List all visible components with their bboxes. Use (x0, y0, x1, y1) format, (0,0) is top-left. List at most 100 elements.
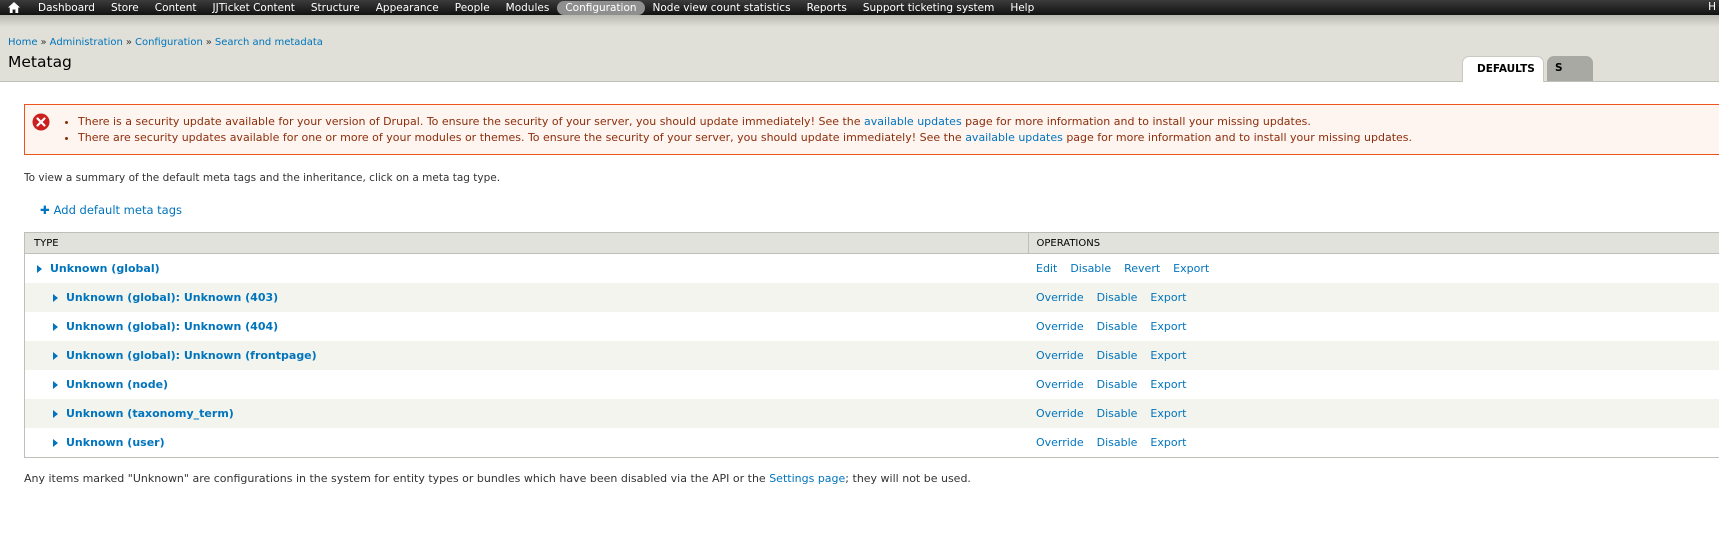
toolbar-item-jjticket-content[interactable]: JJTicket Content (205, 1, 303, 15)
breadcrumb-separator: » (125, 37, 132, 48)
disable-link[interactable]: Disable (1097, 291, 1138, 304)
export-link[interactable]: Export (1150, 349, 1186, 362)
column-header-type: TYPE (24, 232, 1028, 254)
table-row: Unknown (user) Override Disable Export (24, 428, 1719, 458)
export-link[interactable]: Export (1150, 407, 1186, 420)
type-cell: Unknown (global) (24, 253, 1028, 283)
toolbar-item-dashboard[interactable]: Dashboard (30, 1, 103, 15)
type-cell: Unknown (global): Unknown (frontpage) (24, 341, 1028, 370)
toolbar-item-reports[interactable]: Reports (799, 1, 855, 15)
error-message-item: There are security updates available for… (78, 130, 1412, 146)
expand-arrow-icon[interactable] (37, 264, 42, 273)
expand-arrow-icon[interactable] (53, 293, 58, 302)
type-cell: Unknown (node) (24, 370, 1028, 399)
disable-link[interactable]: Disable (1097, 436, 1138, 449)
type-link[interactable]: Unknown (global) (50, 262, 160, 275)
revert-link[interactable]: Revert (1124, 262, 1160, 275)
error-message-text: page for more information and to install… (961, 115, 1311, 128)
type-link[interactable]: Unknown (global): Unknown (403) (66, 291, 278, 304)
toolbar-item-appearance[interactable]: Appearance (368, 1, 447, 15)
tab-settings[interactable]: S (1547, 56, 1593, 81)
error-message-text: There are security updates available for… (78, 131, 966, 144)
operations-cell: Override Disable Export (1028, 370, 1719, 399)
operations-cell: Override Disable Export (1028, 283, 1719, 312)
error-messages: There is a security update available for… (24, 104, 1719, 155)
error-message-text: page for more information and to install… (1062, 131, 1412, 144)
type-link[interactable]: Unknown (global): Unknown (404) (66, 320, 278, 333)
operations-cell: Edit Disable Revert Export (1028, 253, 1719, 283)
error-message-item: There is a security update available for… (78, 114, 1412, 130)
type-link[interactable]: Unknown (user) (66, 436, 165, 449)
disable-link[interactable]: Disable (1097, 320, 1138, 333)
export-link[interactable]: Export (1173, 262, 1209, 275)
type-link[interactable]: Unknown (global): Unknown (frontpage) (66, 349, 317, 362)
breadcrumb-home[interactable]: Home (8, 37, 38, 48)
override-link[interactable]: Override (1036, 436, 1084, 449)
disable-link[interactable]: Disable (1097, 407, 1138, 420)
available-updates-link[interactable]: available updates (864, 115, 962, 128)
toolbar-item-support-ticketing-system[interactable]: Support ticketing system (855, 1, 1002, 15)
home-icon[interactable] (7, 0, 21, 15)
export-link[interactable]: Export (1150, 436, 1186, 449)
add-default-meta-tags-label: Add default meta tags (53, 203, 183, 217)
expand-arrow-icon[interactable] (53, 409, 58, 418)
error-icon (32, 113, 50, 131)
breadcrumb-search-and-metadata[interactable]: Search and metadata (215, 37, 323, 48)
operations-cell: Override Disable Export (1028, 428, 1719, 458)
override-link[interactable]: Override (1036, 320, 1084, 333)
operations-cell: Override Disable Export (1028, 312, 1719, 341)
toolbar-user-link[interactable]: H (1708, 0, 1716, 14)
breadcrumb-administration[interactable]: Administration (50, 37, 123, 48)
table-row: Unknown (node) Override Disable Export (24, 370, 1719, 399)
available-updates-link[interactable]: available updates (965, 131, 1063, 144)
type-link[interactable]: Unknown (taxonomy_term) (66, 407, 234, 420)
toolbar-item-store[interactable]: Store (103, 1, 147, 15)
table-row: Unknown (taxonomy_term) Override Disable E… (24, 399, 1719, 428)
expand-arrow-icon[interactable] (53, 351, 58, 360)
breadcrumb-separator: » (40, 37, 47, 48)
toolbar-item-structure[interactable]: Structure (303, 1, 368, 15)
type-link[interactable]: Unknown (node) (66, 378, 168, 391)
type-cell: Unknown (global): Unknown (403) (24, 283, 1028, 312)
disable-link[interactable]: Disable (1097, 349, 1138, 362)
settings-page-link[interactable]: Settings page (769, 472, 845, 485)
expand-arrow-icon[interactable] (53, 322, 58, 331)
export-link[interactable]: Export (1150, 378, 1186, 391)
toolbar-item-node-view-count-statistics[interactable]: Node view count statistics (645, 1, 799, 15)
operations-cell: Override Disable Export (1028, 399, 1719, 428)
export-link[interactable]: Export (1150, 291, 1186, 304)
disable-link[interactable]: Disable (1097, 378, 1138, 391)
toolbar-item-configuration[interactable]: Configuration (557, 0, 645, 15)
toolbar-item-people[interactable]: People (447, 1, 498, 15)
breadcrumb-separator: » (205, 37, 212, 48)
plus-icon: ✚ (40, 203, 50, 217)
type-cell: Unknown (user) (24, 428, 1028, 458)
admin-toolbar: Dashboard Store Content JJTicket Content… (0, 0, 1719, 15)
export-link[interactable]: Export (1150, 320, 1186, 333)
edit-link[interactable]: Edit (1036, 262, 1057, 275)
toolbar-item-content[interactable]: Content (147, 1, 205, 15)
override-link[interactable]: Override (1036, 407, 1084, 420)
toolbar-item-help[interactable]: Help (1002, 1, 1042, 15)
override-link[interactable]: Override (1036, 349, 1084, 362)
footnote-text: ; they will not be used. (845, 472, 971, 485)
table-row: Unknown (global): Unknown (403) Override… (24, 283, 1719, 312)
toolbar-item-modules[interactable]: Modules (498, 1, 558, 15)
breadcrumb-configuration[interactable]: Configuration (135, 37, 203, 48)
footnote: Any items marked "Unknown" are configura… (24, 472, 971, 485)
disable-link[interactable]: Disable (1070, 262, 1111, 275)
add-default-meta-tags-button[interactable]: ✚ Add default meta tags (40, 203, 182, 217)
tab-defaults[interactable]: DEFAULTS (1462, 56, 1544, 82)
override-link[interactable]: Override (1036, 378, 1084, 391)
type-cell: Unknown (global): Unknown (404) (24, 312, 1028, 341)
expand-arrow-icon[interactable] (53, 380, 58, 389)
expand-arrow-icon[interactable] (53, 438, 58, 447)
table-row: Unknown (global): Unknown (404) Override… (24, 312, 1719, 341)
override-link[interactable]: Override (1036, 291, 1084, 304)
error-message-text: There is a security update available for… (78, 115, 865, 128)
table-row: Unknown (global) Edit Disable Revert Export (24, 253, 1719, 283)
header-shade (0, 15, 1719, 27)
footnote-text: Any items marked "Unknown" are configura… (24, 472, 770, 485)
page-title: Metatag (8, 53, 72, 71)
breadcrumb: Home» Administration» Configuration» Search… (8, 37, 323, 48)
